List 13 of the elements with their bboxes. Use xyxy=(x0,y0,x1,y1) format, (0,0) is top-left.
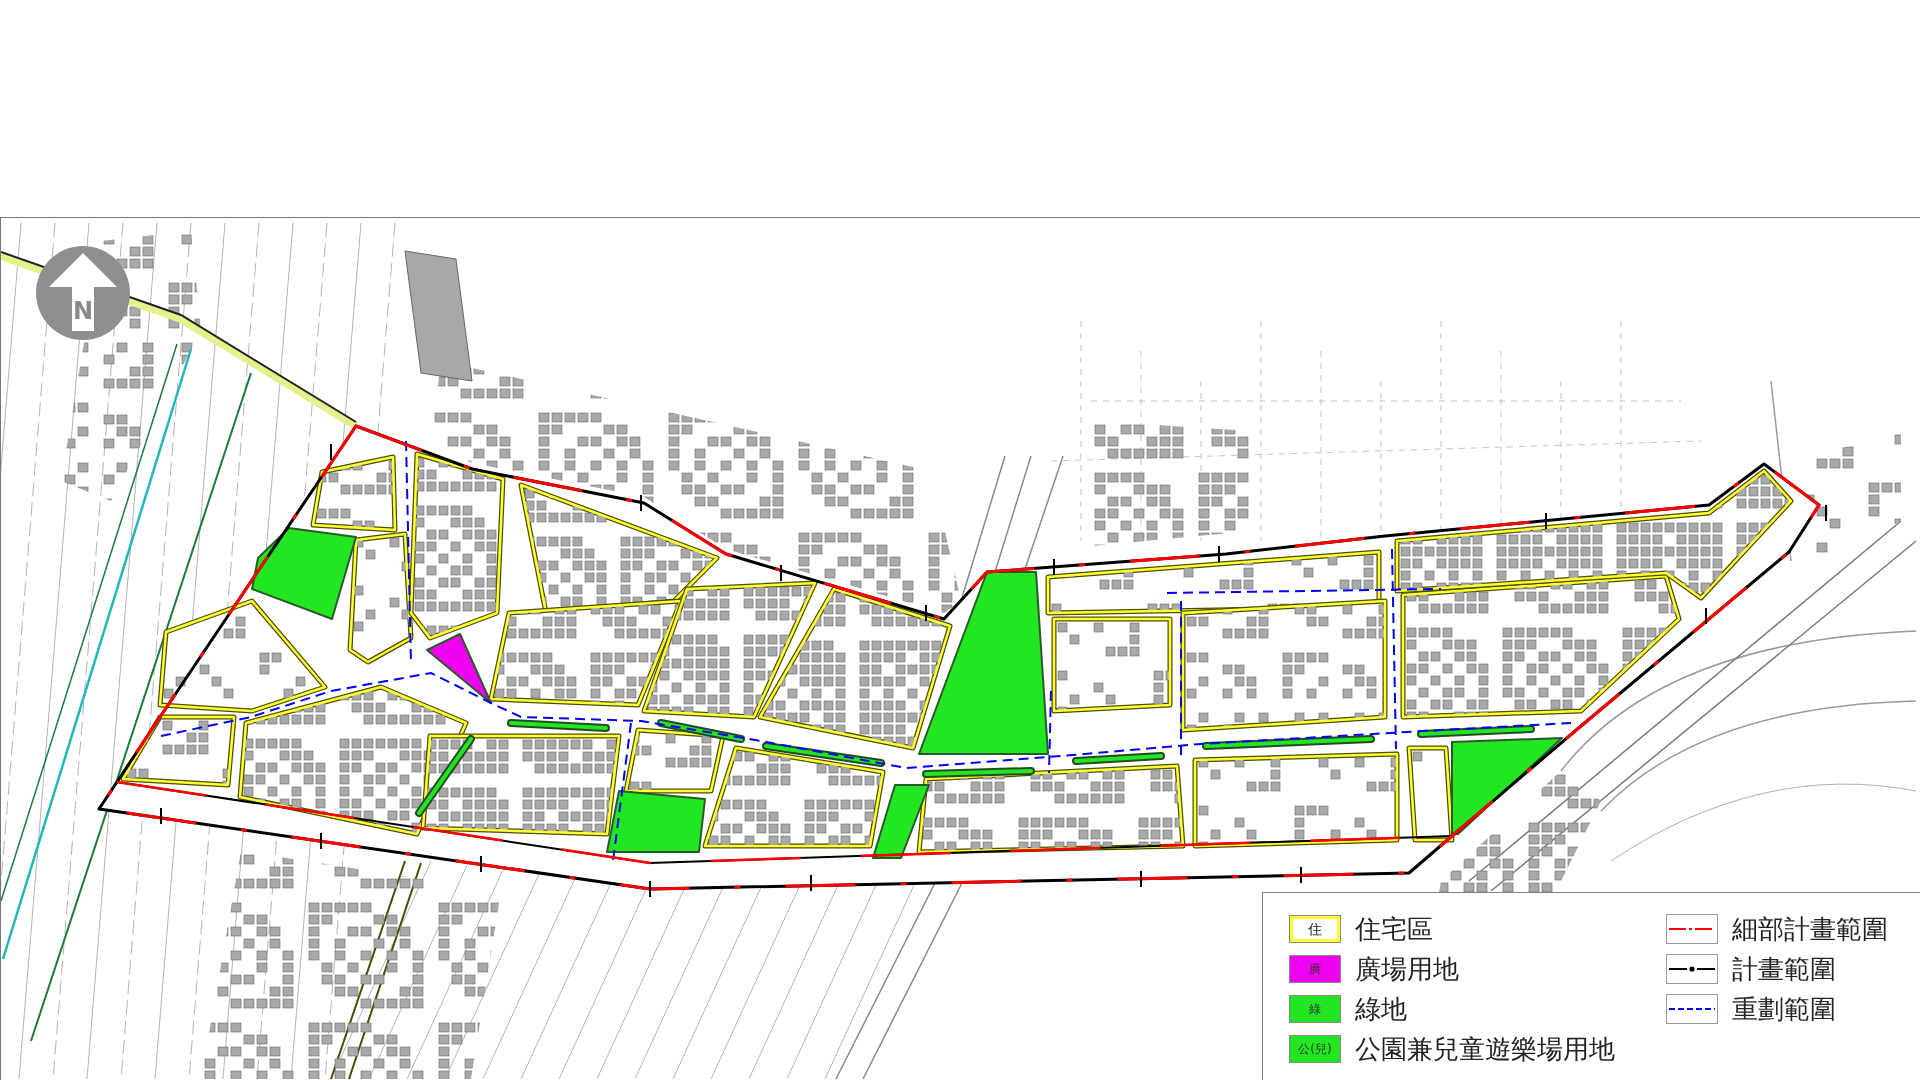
zone-key: 公(兒) xyxy=(1289,1035,1341,1063)
zone-key: 綠 xyxy=(1289,995,1341,1023)
zone-label: 公園兼兒童遊樂場用地 xyxy=(1355,1033,1615,1065)
zone-label: 綠地 xyxy=(1355,993,1407,1025)
zone-key: 廣 xyxy=(1289,955,1341,983)
compass-letter: N xyxy=(72,297,94,325)
zone-label: 廣場用地 xyxy=(1355,953,1459,985)
zone-key: 住 xyxy=(1289,915,1341,943)
plaza-zone xyxy=(426,633,492,704)
boundary-label: 重劃範圍 xyxy=(1732,993,1836,1025)
boundary-label: 細部計畫範圍 xyxy=(1732,913,1888,945)
zone-label: 住宅區 xyxy=(1355,913,1433,945)
boundary-label: 計畫範圍 xyxy=(1732,953,1836,985)
